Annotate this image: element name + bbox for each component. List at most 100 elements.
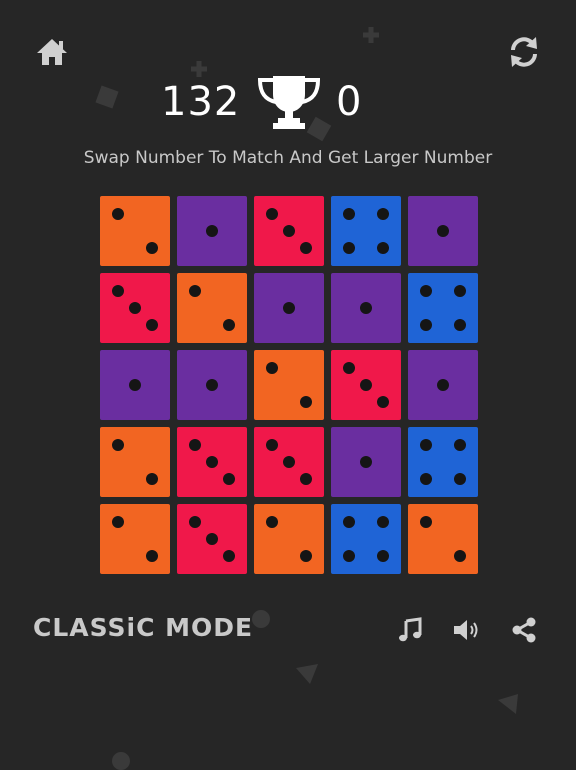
die-3-2[interactable] xyxy=(177,350,247,420)
die-pip xyxy=(299,472,312,485)
die-pip xyxy=(420,439,433,452)
die-pip xyxy=(343,362,356,375)
background-decoration xyxy=(252,610,270,628)
die-2-4[interactable] xyxy=(331,273,401,343)
die-pip xyxy=(343,208,356,221)
die-2-5[interactable] xyxy=(408,273,478,343)
die-pip xyxy=(453,549,466,562)
die-3-5[interactable] xyxy=(408,350,478,420)
die-pip xyxy=(266,362,279,375)
die-pip xyxy=(360,379,372,391)
die-pip xyxy=(299,395,312,408)
die-pip xyxy=(189,516,202,529)
die-3-4[interactable] xyxy=(331,350,401,420)
die-pip xyxy=(145,549,158,562)
die-pip xyxy=(420,516,433,529)
die-2-1[interactable] xyxy=(100,273,170,343)
die-pip xyxy=(112,439,125,452)
music-button[interactable] xyxy=(390,610,430,650)
die-4-4[interactable] xyxy=(331,427,401,497)
home-button[interactable] xyxy=(32,32,72,72)
die-pip xyxy=(145,318,158,331)
refresh-icon xyxy=(511,37,537,67)
current-score: 132 xyxy=(161,79,241,125)
speaker-icon xyxy=(454,620,478,640)
die-pip xyxy=(189,285,202,298)
die-pip xyxy=(283,302,295,314)
die-2-3[interactable] xyxy=(254,273,324,343)
die-pip xyxy=(222,549,235,562)
die-4-2[interactable] xyxy=(177,427,247,497)
die-pip xyxy=(376,516,389,529)
die-3-1[interactable] xyxy=(100,350,170,420)
die-1-1[interactable] xyxy=(100,196,170,266)
die-1-4[interactable] xyxy=(331,196,401,266)
die-pip xyxy=(453,472,466,485)
die-pip xyxy=(222,472,235,485)
die-4-5[interactable] xyxy=(408,427,478,497)
die-pip xyxy=(129,302,141,314)
die-pip xyxy=(360,456,372,468)
die-pip xyxy=(453,318,466,331)
die-1-5[interactable] xyxy=(408,196,478,266)
die-pip xyxy=(437,225,449,237)
die-pip xyxy=(206,456,218,468)
die-1-3[interactable] xyxy=(254,196,324,266)
refresh-button[interactable] xyxy=(504,32,544,72)
die-2-2[interactable] xyxy=(177,273,247,343)
die-pip xyxy=(112,208,125,221)
die-1-2[interactable] xyxy=(177,196,247,266)
die-pip xyxy=(376,549,389,562)
die-pip xyxy=(129,379,141,391)
die-pip xyxy=(206,533,218,545)
die-pip xyxy=(299,241,312,254)
die-pip xyxy=(437,379,449,391)
die-pip xyxy=(343,516,356,529)
die-pip xyxy=(453,439,466,452)
die-pip xyxy=(420,472,433,485)
die-pip xyxy=(453,285,466,298)
background-decoration xyxy=(296,664,318,684)
die-pip xyxy=(222,318,235,331)
die-pip xyxy=(206,379,218,391)
background-decoration xyxy=(363,27,379,43)
die-pip xyxy=(376,208,389,221)
die-pip xyxy=(145,241,158,254)
die-pip xyxy=(266,439,279,452)
background-decoration xyxy=(112,752,130,770)
die-pip xyxy=(266,516,279,529)
die-5-1[interactable] xyxy=(100,504,170,574)
mode-label: CLASSiC MODE xyxy=(33,613,254,642)
sound-button[interactable] xyxy=(447,610,487,650)
die-5-4[interactable] xyxy=(331,504,401,574)
music-note-icon xyxy=(399,617,422,642)
die-pip xyxy=(112,516,125,529)
die-pip xyxy=(266,208,279,221)
score-bar: 132 0 xyxy=(0,72,576,132)
die-5-2[interactable] xyxy=(177,504,247,574)
die-pip xyxy=(112,285,125,298)
die-pip xyxy=(145,472,158,485)
die-5-5[interactable] xyxy=(408,504,478,574)
die-pip xyxy=(283,225,295,237)
die-5-3[interactable] xyxy=(254,504,324,574)
die-pip xyxy=(343,549,356,562)
home-icon xyxy=(37,39,67,65)
share-icon xyxy=(512,617,536,643)
die-4-1[interactable] xyxy=(100,427,170,497)
instructions-text: Swap Number To Match And Get Larger Numb… xyxy=(83,148,493,168)
die-pip xyxy=(283,456,295,468)
die-pip xyxy=(420,318,433,331)
die-4-3[interactable] xyxy=(254,427,324,497)
share-button[interactable] xyxy=(504,610,544,650)
trophy-icon xyxy=(257,76,321,129)
die-pip xyxy=(376,395,389,408)
background-decoration xyxy=(498,694,518,714)
die-pip xyxy=(206,225,218,237)
die-pip xyxy=(299,549,312,562)
best-score: 0 xyxy=(336,79,363,125)
die-pip xyxy=(343,241,356,254)
die-3-3[interactable] xyxy=(254,350,324,420)
die-pip xyxy=(376,241,389,254)
die-pip xyxy=(360,302,372,314)
